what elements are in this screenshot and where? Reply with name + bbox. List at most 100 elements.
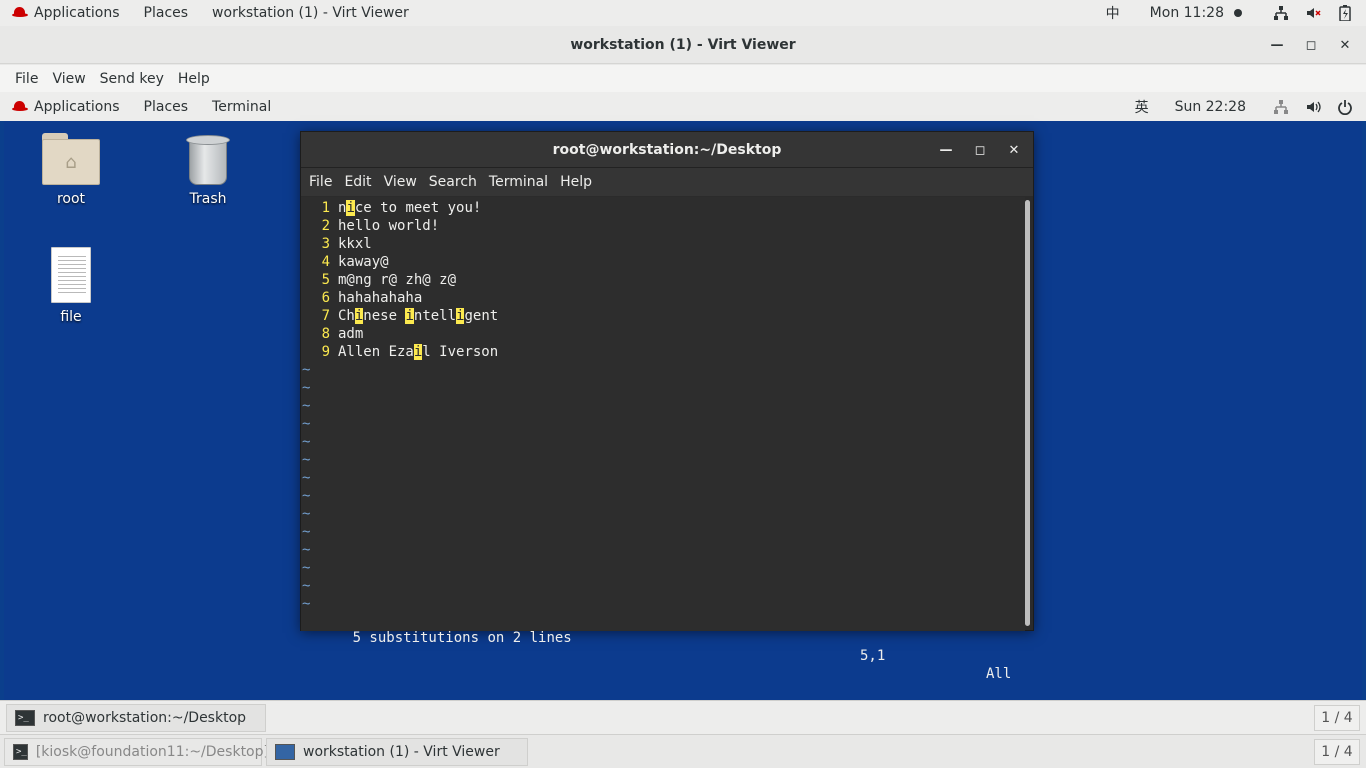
line-number: 8: [321, 326, 330, 342]
power-icon: [1336, 98, 1354, 116]
vim-status-line: 5 substitutions on 2 lines 5,1 All: [302, 611, 1022, 682]
maximize-icon[interactable]: ◻: [973, 143, 987, 158]
guest-workspace-pager[interactable]: 1 / 4: [1314, 705, 1360, 731]
maximize-icon[interactable]: ◻: [1304, 38, 1318, 53]
vim-line: 6 hahahahaha: [301, 289, 1025, 307]
guest-clock[interactable]: Sun 22:28: [1161, 92, 1260, 121]
terminal-scrollbar[interactable]: [1025, 200, 1030, 626]
viewer-menu-help[interactable]: Help: [171, 71, 217, 87]
vim-line: 8 adm: [301, 325, 1025, 343]
terminal-menu-help[interactable]: Help: [554, 174, 598, 190]
host-places-menu[interactable]: Places: [132, 0, 201, 26]
redhat-logo-icon: [12, 7, 28, 19]
network-icon: [1272, 98, 1290, 116]
line-text: adm: [338, 326, 364, 342]
viewer-menu-send-key[interactable]: Send key: [93, 71, 171, 87]
guest-terminal-app-menu[interactable]: Terminal: [200, 92, 283, 121]
terminal-screen[interactable]: 1 nice to meet you! 2 hello world! 3 kkxl 4 kaw…: [301, 197, 1025, 682]
host-clock[interactable]: Mon 11:28: [1132, 0, 1260, 26]
terminal-menu-bar: File Edit View Search Terminal Help: [301, 168, 1033, 196]
host-workspace-pager[interactable]: 1 / 4: [1314, 739, 1360, 765]
empty-line-tilde: ~: [302, 506, 311, 522]
host-active-window-label[interactable]: workstation (1) - Virt Viewer: [200, 0, 421, 26]
empty-line-tilde: ~: [302, 542, 311, 558]
close-icon[interactable]: ✕: [1338, 38, 1352, 53]
viewer-menu-view[interactable]: View: [45, 71, 92, 87]
guest-system-tray[interactable]: [1260, 92, 1366, 121]
viewer-title-bar: workstation (1) - Virt Viewer — ◻ ✕: [0, 26, 1366, 64]
host-task-virt-viewer[interactable]: workstation (1) - Virt Viewer: [266, 738, 528, 766]
close-icon[interactable]: ✕: [1007, 143, 1021, 158]
viewer-menu-file[interactable]: File: [8, 71, 45, 87]
line-text: hello world!: [338, 218, 440, 234]
redhat-logo-icon: [12, 100, 28, 113]
volume-icon: [1304, 98, 1322, 116]
minimize-icon[interactable]: —: [1270, 38, 1284, 53]
line-text: l Iverson: [422, 344, 499, 360]
volume-muted-icon: [1304, 4, 1322, 22]
empty-line-tilde: ~: [302, 362, 311, 378]
line-text: gent: [464, 308, 499, 324]
empty-line-tilde: ~: [302, 398, 311, 414]
empty-line-tilde: ~: [302, 452, 311, 468]
terminal-menu-terminal[interactable]: Terminal: [483, 174, 554, 190]
empty-line-tilde: ~: [302, 416, 311, 432]
host-applications-menu[interactable]: Applications: [0, 0, 132, 26]
viewer-window-title: workstation (1) - Virt Viewer: [570, 36, 796, 53]
host-system-tray[interactable]: [1260, 0, 1366, 26]
guest-places-menu[interactable]: Places: [132, 92, 201, 121]
line-number: 1: [321, 200, 330, 216]
line-text: kkxl: [338, 236, 372, 252]
terminal-window[interactable]: root@workstation:~/Desktop — ◻ ✕ File Ed…: [300, 131, 1034, 682]
terminal-menu-search[interactable]: Search: [423, 174, 483, 190]
home-folder-icon: ⌂: [42, 133, 100, 185]
desktop-icon-root[interactable]: ⌂ root: [26, 133, 116, 207]
line-text: ntell: [413, 308, 457, 324]
terminal-menu-file[interactable]: File: [303, 174, 338, 190]
line-text: m@ng r@ zh@ z@: [338, 272, 457, 288]
line-text: kaway@: [338, 254, 389, 270]
line-text: nese: [363, 308, 406, 324]
line-number: 2: [321, 218, 330, 234]
text-file-icon: [51, 247, 91, 303]
host-input-method[interactable]: 中: [1094, 0, 1132, 26]
vim-buffer: 1 nice to meet you! 2 hello world! 3 kkxl 4 kaw…: [301, 197, 1025, 613]
terminal-title: root@workstation:~/Desktop: [552, 141, 782, 158]
viewer-menu-bar: File View Send key Help: [0, 65, 1366, 92]
guest-input-method[interactable]: 英: [1123, 92, 1161, 121]
vim-line: 4 kaway@: [301, 253, 1025, 271]
desktop-icon-label: file: [60, 309, 82, 325]
line-number: 4: [321, 254, 330, 270]
host-top-bar: Applications Places workstation (1) - Vi…: [0, 0, 1366, 26]
guest-top-bar: Applications Places Terminal 英 Sun 22:28: [0, 92, 1366, 121]
desktop-icon-file[interactable]: file: [26, 247, 116, 325]
host-task-kiosk-terminal[interactable]: >_ [kiosk@foundation11:~/Desktop]: [4, 738, 269, 766]
virt-viewer-icon: [275, 744, 295, 760]
status-message: 5 substitutions on 2 lines: [352, 630, 572, 646]
battery-icon: [1336, 4, 1354, 22]
vim-line: 7 Chinese intelligent: [301, 307, 1025, 325]
vim-line: 2 hello world!: [301, 217, 1025, 235]
line-number: 9: [321, 344, 330, 360]
terminal-title-bar[interactable]: root@workstation:~/Desktop — ◻ ✕: [301, 132, 1033, 168]
vim-line: 1 nice to meet you!: [301, 199, 1025, 217]
scroll-position: All: [986, 666, 1012, 682]
guest-taskbar: >_ root@workstation:~/Desktop 1 / 4: [0, 700, 1366, 734]
network-icon: [1272, 4, 1290, 22]
terminal-menu-view[interactable]: View: [378, 174, 423, 190]
line-number: 3: [321, 236, 330, 252]
line-number: 6: [321, 290, 330, 306]
empty-line-tilde: ~: [302, 524, 311, 540]
empty-line-tilde: ~: [302, 380, 311, 396]
terminal-icon: >_: [13, 744, 28, 760]
vim-line: 3 kkxl: [301, 235, 1025, 253]
line-text: Ch: [338, 308, 355, 324]
guest-applications-menu[interactable]: Applications: [0, 92, 132, 121]
minimize-icon[interactable]: —: [939, 143, 953, 158]
desktop-icon-trash[interactable]: Trash: [163, 135, 253, 207]
line-text: Allen Eza: [338, 344, 414, 360]
terminal-menu-edit[interactable]: Edit: [338, 174, 377, 190]
desktop-icon-label: Trash: [189, 191, 227, 207]
notification-dot-icon: [1234, 9, 1242, 17]
guest-task-terminal[interactable]: >_ root@workstation:~/Desktop: [6, 704, 266, 732]
